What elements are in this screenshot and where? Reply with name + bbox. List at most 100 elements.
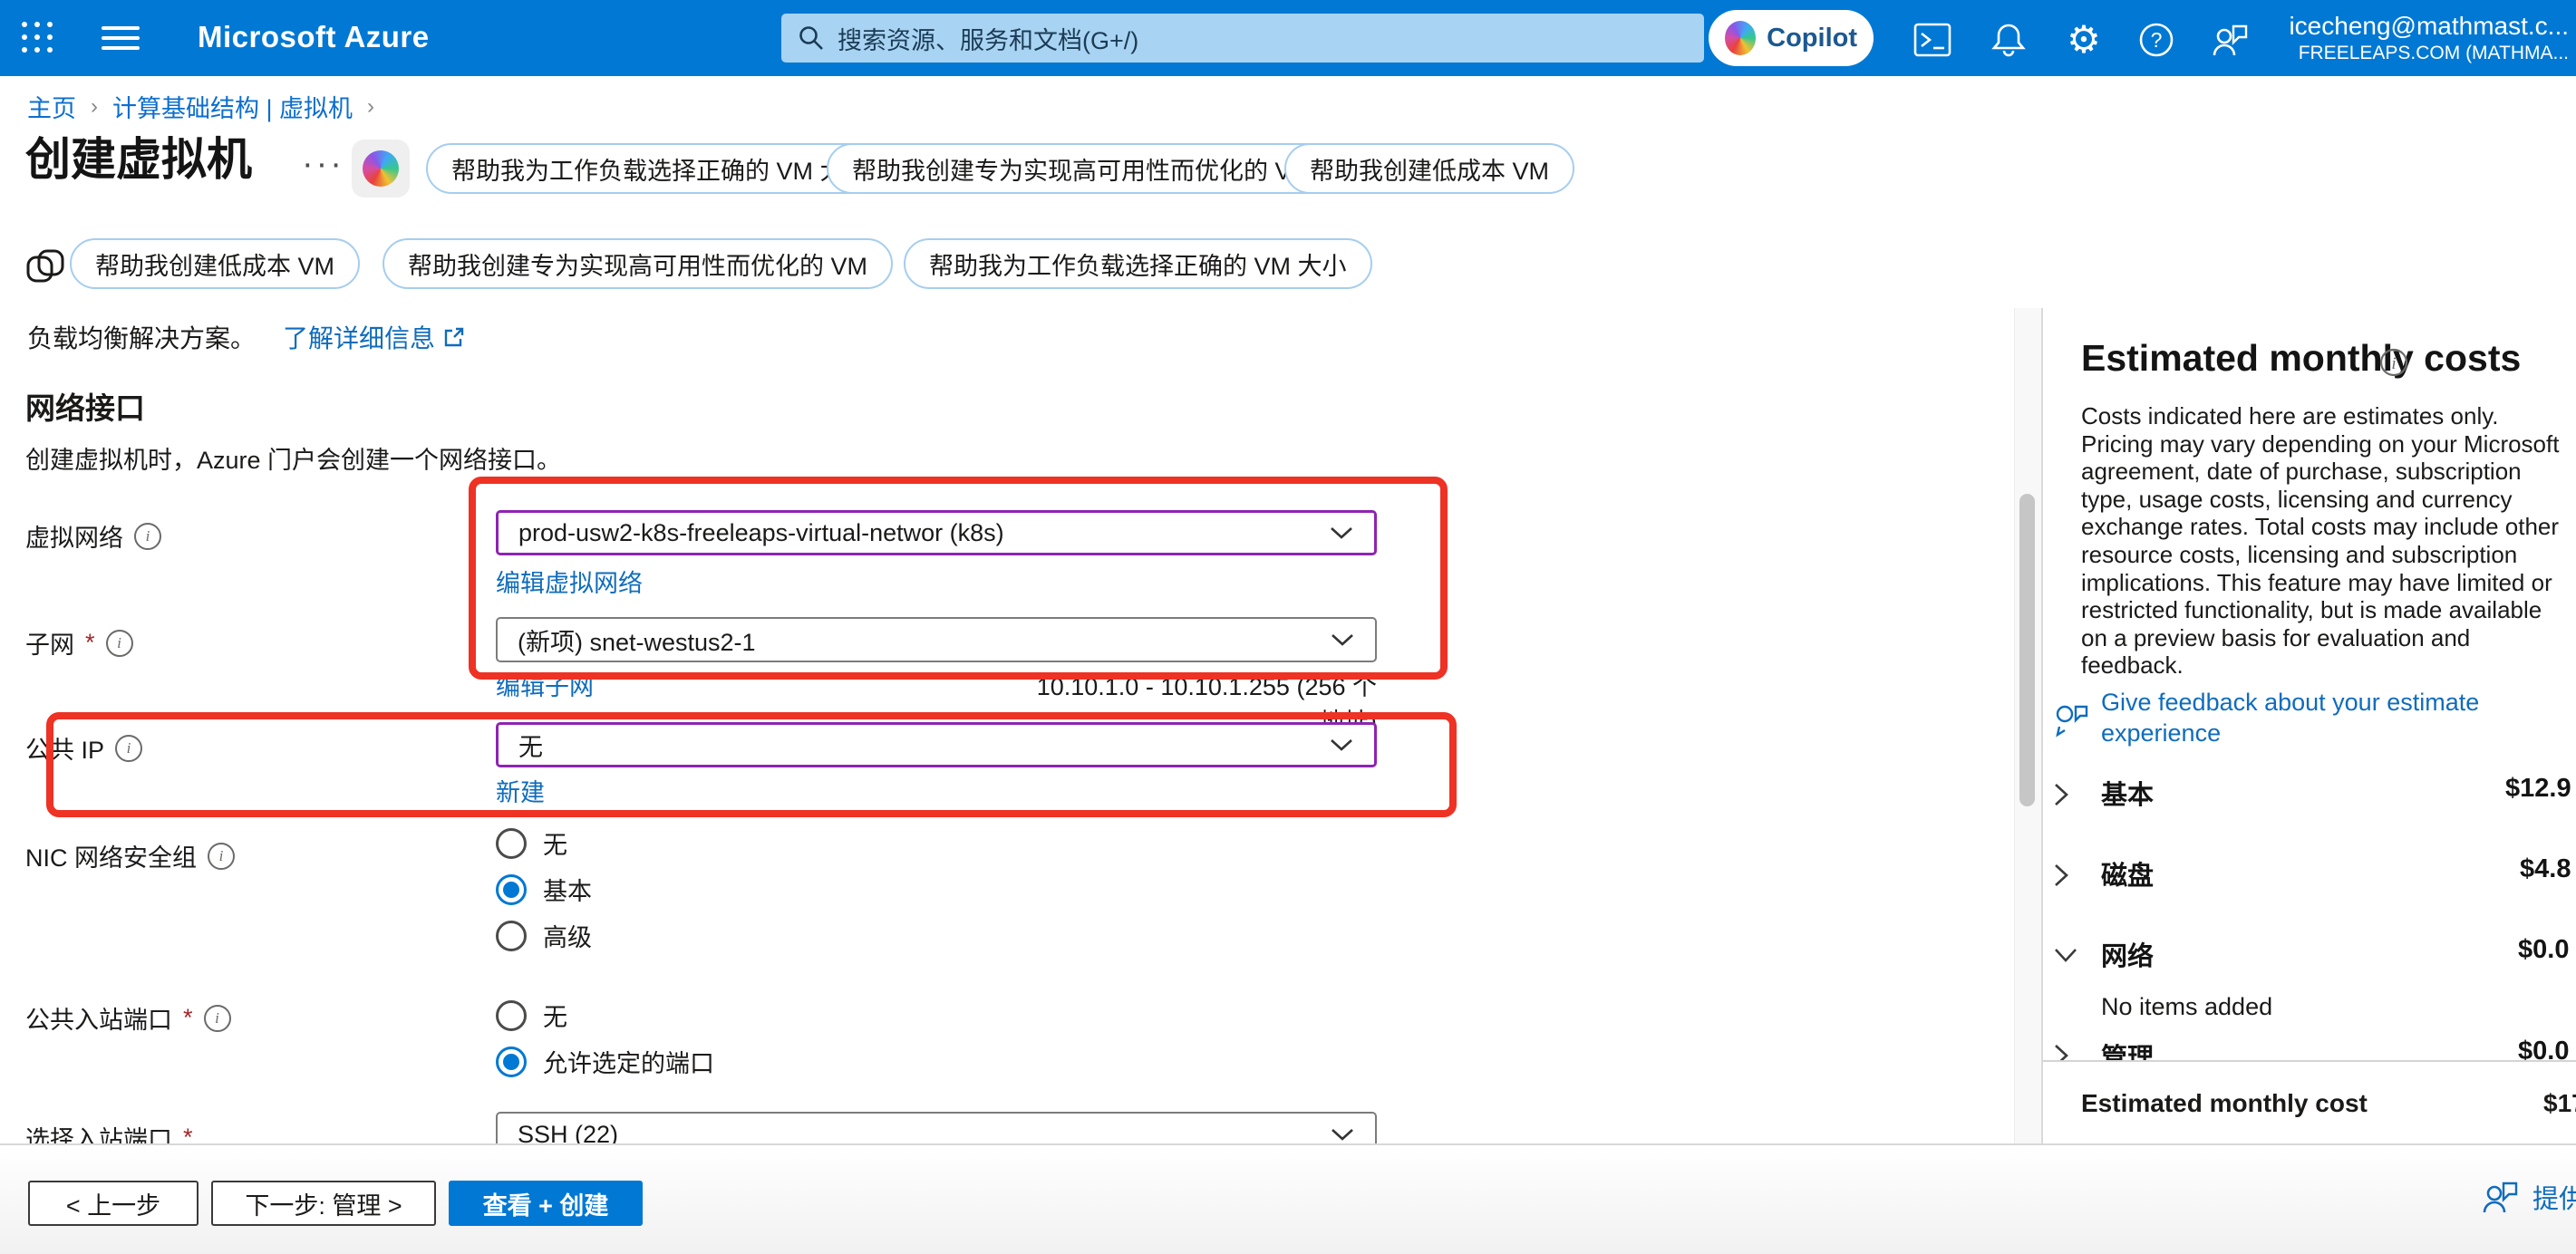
copilot-icon — [1725, 21, 1756, 55]
copilot-outline-icon — [24, 245, 67, 288]
review-create-button[interactable]: 查看 + 创建 — [449, 1181, 643, 1226]
virtual-network-value: prod-usw2-k8s-freeleaps-virtual-networ (… — [518, 519, 1004, 547]
breadcrumb-home-link[interactable]: 主页 — [27, 89, 76, 124]
scrollbar-thumb[interactable] — [2019, 494, 2035, 806]
inbound-ports-option-allow-selected[interactable]: 允许选定的端口 — [496, 1044, 714, 1079]
learn-more-link[interactable]: 了解详细信息 — [283, 319, 435, 355]
intro-line: 负载均衡解决方案。 了解详细信息 — [27, 319, 466, 355]
info-icon[interactable]: i — [134, 523, 161, 550]
chevron-down-icon — [1330, 632, 1355, 648]
info-icon[interactable]: i — [115, 735, 142, 762]
top-bar: Microsoft Azure 搜索资源、服务和文档(G+/) Copilot … — [0, 0, 2576, 76]
cost-panel-title: Estimated monthly costs — [2081, 337, 2521, 380]
subnet-dropdown[interactable]: (新项) snet-westus2-1 — [496, 617, 1377, 662]
previous-step-button[interactable]: < 上一步 — [28, 1181, 199, 1226]
brand-title: Microsoft Azure — [198, 20, 430, 54]
radio-icon — [496, 921, 527, 951]
nic-nsg-option-none[interactable]: 无 — [496, 825, 567, 861]
footer-feedback-label: 提供 — [2532, 1178, 2576, 1216]
public-ip-label: 公共 IPi — [25, 730, 142, 766]
cost-row-disk-label[interactable]: 磁盘 — [2101, 854, 2154, 892]
copilot-suggestion-right-size-2[interactable]: 帮助我为工作负载选择正确的 VM 大小 — [904, 238, 1372, 289]
subnet-value: (新项) snet-westus2-1 — [518, 622, 756, 658]
account-info[interactable]: icecheng@mathmast.c... FREELEAPS.COM (MA… — [2289, 11, 2569, 64]
more-options-button[interactable]: ··· — [302, 145, 344, 184]
inbound-ports-option-none[interactable]: 无 — [496, 998, 567, 1033]
wizard-footer: < 上一步 下一步: 管理 > 查看 + 创建 提供 — [0, 1143, 2576, 1254]
info-icon[interactable]: i — [2379, 348, 2408, 377]
cost-disclaimer: Costs indicated here are estimates only.… — [2081, 402, 2560, 680]
chevron-down-icon — [1330, 1126, 1355, 1143]
section-heading: 网络接口 — [25, 384, 145, 428]
nic-nsg-label: NIC 网络安全组i — [25, 838, 235, 873]
cost-row-basic-amount: $12.9 — [2505, 774, 2571, 804]
global-search-input[interactable]: 搜索资源、服务和文档(G+/) — [781, 14, 1704, 63]
nic-nsg-option-basic[interactable]: 基本 — [496, 872, 592, 907]
cost-row-basic-label[interactable]: 基本 — [2101, 774, 2154, 812]
virtual-network-label: 虚拟网络i — [25, 518, 161, 554]
chevron-right-icon[interactable] — [2052, 781, 2070, 808]
account-email: icecheng@mathmast.c... — [2289, 11, 2569, 42]
account-tenant: FREELEAPS.COM (MATHMA... — [2289, 42, 2569, 64]
cost-summary-row: Estimated monthly cost $17 — [2043, 1060, 2576, 1145]
copilot-suggestion-low-cost-2[interactable]: 帮助我创建低成本 VM — [70, 238, 360, 289]
copilot-suggestion-low-cost[interactable]: 帮助我创建低成本 VM — [1284, 143, 1574, 194]
copilot-button-label: Copilot — [1767, 24, 1857, 53]
page-title: 创建虚拟机 — [25, 123, 252, 188]
edit-subnet-link[interactable]: 编辑子网 — [496, 667, 594, 702]
panel-divider — [2041, 308, 2043, 1143]
cloud-shell-icon[interactable] — [1913, 20, 1952, 60]
copilot-button[interactable]: Copilot — [1709, 10, 1874, 66]
copilot-icon — [363, 150, 399, 187]
info-icon[interactable]: i — [204, 1005, 231, 1032]
cost-row-network-label[interactable]: 网络 — [2101, 935, 2154, 973]
copilot-suggestion-high-availability[interactable]: 帮助我创建专为实现高可用性而优化的 VM — [827, 143, 1337, 194]
cost-row-disk-amount: $4.8 — [2520, 854, 2571, 884]
copilot-tile-button[interactable] — [352, 140, 410, 198]
copilot-suggestion-right-size[interactable]: 帮助我为工作负载选择正确的 VM 大小 — [426, 143, 895, 194]
subnet-label: 子网*i — [25, 625, 133, 661]
next-step-button[interactable]: 下一步: 管理 > — [211, 1181, 436, 1226]
search-icon — [798, 24, 825, 52]
help-icon[interactable]: ? — [2136, 20, 2176, 60]
radio-selected-icon — [496, 1047, 527, 1077]
copilot-suggestion-high-availability-2[interactable]: 帮助我创建专为实现高可用性而优化的 VM — [383, 238, 893, 289]
footer-feedback-link[interactable]: 提供 — [2480, 1178, 2576, 1216]
chevron-down-icon — [1329, 737, 1354, 753]
svg-text:?: ? — [2151, 28, 2163, 52]
info-icon[interactable]: i — [106, 630, 133, 657]
public-ip-dropdown[interactable]: 无 — [496, 722, 1377, 767]
radio-selected-icon — [496, 874, 527, 905]
chevron-right-icon: › — [91, 94, 98, 120]
public-inbound-ports-label: 公共入站端口*i — [25, 1000, 231, 1036]
breadcrumb-vm-link[interactable]: 计算基础结构 | 虚拟机 — [112, 89, 353, 124]
chevron-down-icon[interactable] — [2052, 946, 2079, 964]
cost-row-network-amount: $0.0 — [2518, 935, 2569, 965]
external-link-icon — [442, 325, 466, 349]
cost-total-amount: $17 — [2543, 1089, 2576, 1118]
chevron-right-icon: › — [367, 94, 374, 120]
radio-icon — [496, 828, 527, 859]
virtual-network-dropdown[interactable]: prod-usw2-k8s-freeleaps-virtual-networ (… — [496, 510, 1377, 555]
feedback-bubbles-icon — [2052, 699, 2092, 739]
estimate-feedback-link[interactable]: Give feedback about your estimate experi… — [2101, 687, 2500, 748]
chevron-right-icon[interactable] — [2052, 862, 2070, 889]
svg-text:i: i — [2391, 354, 2396, 373]
cost-network-empty-text: No items added — [2101, 993, 2272, 1021]
info-icon[interactable]: i — [208, 843, 235, 870]
app-launcher-waffle-icon[interactable] — [22, 22, 54, 54]
notifications-bell-icon[interactable] — [1989, 20, 2029, 60]
search-placeholder: 搜索资源、服务和文档(G+/) — [838, 21, 1138, 56]
public-ip-value: 无 — [518, 728, 543, 763]
intro-text: 负载均衡解决方案。 — [27, 319, 256, 355]
create-new-public-ip-link[interactable]: 新建 — [496, 773, 545, 808]
section-description: 创建虚拟机时，Azure 门户会创建一个网络接口。 — [25, 440, 561, 476]
user-feedback-icon[interactable] — [2210, 20, 2250, 60]
azure-portal-window: Microsoft Azure 搜索资源、服务和文档(G+/) Copilot … — [0, 0, 2576, 1254]
settings-gear-icon[interactable]: ⚙ — [2064, 20, 2104, 60]
chevron-down-icon — [1329, 525, 1354, 541]
edit-virtual-network-link[interactable]: 编辑虚拟网络 — [496, 564, 643, 599]
nic-nsg-option-advanced[interactable]: 高级 — [496, 918, 592, 953]
hamburger-menu-icon[interactable] — [102, 26, 140, 50]
radio-icon — [496, 1000, 527, 1031]
